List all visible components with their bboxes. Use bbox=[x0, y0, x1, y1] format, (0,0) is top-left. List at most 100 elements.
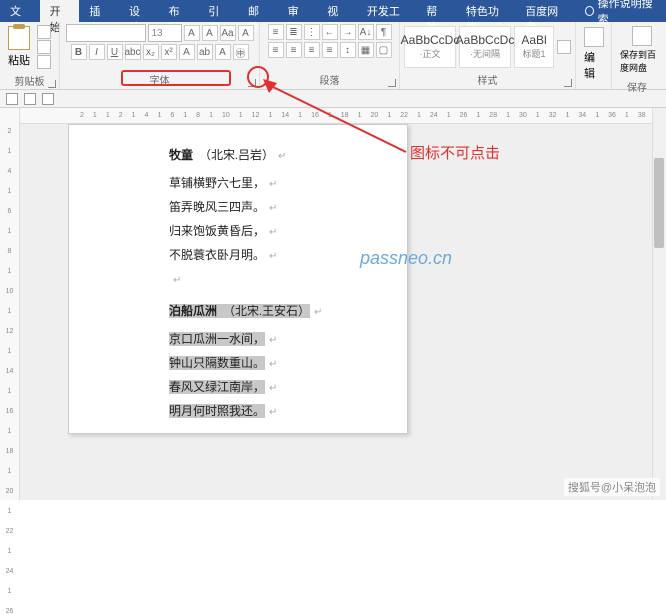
qat-redo-icon[interactable] bbox=[42, 93, 54, 105]
poem2-line4: 明月何时照我还。 bbox=[169, 404, 265, 418]
bullets-icon[interactable]: ≡ bbox=[268, 24, 284, 40]
annotation-callout: 图标不可点击 bbox=[410, 142, 500, 163]
poem2-title: 泊船瓜洲 bbox=[169, 304, 217, 318]
group-styles: AaBbCcDc·正文 AaBbCcDc·无间隔 AaBl标题1 样式 bbox=[400, 22, 576, 89]
underline-icon[interactable]: U bbox=[107, 44, 123, 60]
tab-special[interactable]: 特色功能 bbox=[456, 0, 515, 22]
grow-font-icon[interactable]: A bbox=[184, 25, 200, 41]
tab-baidu[interactable]: 百度网盘 bbox=[515, 0, 574, 22]
tab-view[interactable]: 视图 bbox=[317, 0, 357, 22]
group-label-clipboard: 剪贴板 bbox=[0, 72, 59, 90]
editing-button[interactable]: 编辑 bbox=[580, 25, 608, 83]
bold-icon[interactable]: B bbox=[71, 44, 87, 60]
superscript-icon[interactable]: x² bbox=[161, 44, 177, 60]
styles-launcher-icon[interactable] bbox=[564, 79, 572, 87]
poem1-line2: 笛弄晚风三四声。 bbox=[169, 200, 265, 214]
scrollbar-thumb[interactable] bbox=[654, 158, 664, 248]
ribbon-tabbar: 文件 开始 插入 设计 布局 引用 邮件 审阅 视图 开发工具 帮助 特色功能 … bbox=[0, 0, 666, 22]
tab-review[interactable]: 审阅 bbox=[278, 0, 318, 22]
enclose-icon[interactable]: ㊥ bbox=[233, 44, 249, 60]
shrink-font-icon[interactable]: A bbox=[202, 25, 218, 41]
copy-icon[interactable] bbox=[37, 40, 51, 54]
style-nospacing[interactable]: AaBbCcDc·无间隔 bbox=[459, 26, 511, 68]
group-clipboard: 粘贴 剪贴板 bbox=[0, 22, 60, 89]
tab-design[interactable]: 设计 bbox=[119, 0, 159, 22]
group-label-save: 保存 bbox=[612, 78, 662, 96]
clipboard-launcher-icon[interactable] bbox=[48, 80, 56, 88]
poem2-line3: 春风又绿江南岸， bbox=[169, 380, 265, 394]
paste-icon bbox=[8, 26, 30, 50]
vertical-scrollbar[interactable] bbox=[652, 108, 666, 500]
watermark-corner: 搜狐号@小呆泡泡 bbox=[564, 478, 660, 496]
change-case-icon[interactable]: Aa bbox=[220, 25, 236, 41]
poem1-line4: 不脱蓑衣卧月明。 bbox=[169, 248, 265, 262]
tab-references[interactable]: 引用 bbox=[198, 0, 238, 22]
poem1-title: 牧童 bbox=[169, 148, 193, 162]
highlight-icon[interactable]: ab bbox=[197, 44, 213, 60]
save-baidu-label: 保存到百度网盘 bbox=[620, 48, 664, 74]
return-mark-icon: ↵ bbox=[173, 275, 181, 286]
tab-layout[interactable]: 布局 bbox=[159, 0, 199, 22]
tab-mailings[interactable]: 邮件 bbox=[238, 0, 278, 22]
vertical-ruler: 2141618110112114116118120122124126 bbox=[0, 108, 20, 500]
page[interactable]: 牧童 （北宋.吕岩）↵ 草铺横野六七里，↵ 笛弄晚风三四声。↵ 归来饱饭黄昏后，… bbox=[68, 124, 408, 434]
qat-undo-icon[interactable] bbox=[24, 93, 36, 105]
decrease-indent-icon[interactable]: ← bbox=[322, 24, 338, 40]
show-marks-icon[interactable]: ¶ bbox=[376, 24, 392, 40]
clear-format-icon[interactable]: A bbox=[238, 25, 254, 41]
font-name-combo[interactable] bbox=[66, 24, 146, 42]
align-right-icon[interactable]: ≡ bbox=[304, 42, 320, 58]
tab-insert[interactable]: 插入 bbox=[79, 0, 119, 22]
poem1-line1: 草铺横野六七里， bbox=[169, 176, 265, 190]
poem2-line2: 钟山只隔数重山。 bbox=[169, 356, 265, 370]
group-save-baidu: 保存到百度网盘 保存 bbox=[612, 22, 662, 89]
borders-icon[interactable]: ▢ bbox=[376, 42, 392, 58]
group-label-editing bbox=[576, 86, 611, 89]
poem-2-selected: 泊船瓜洲 （北宋.王安石）↵ 京口瓜洲一水间，↵ 钟山只隔数重山。↵ 春风又绿江… bbox=[169, 299, 377, 423]
font-color-icon[interactable]: A bbox=[215, 44, 231, 60]
find-icon bbox=[584, 27, 604, 47]
font-size-combo[interactable]: 13 bbox=[148, 24, 182, 42]
watermark-center: passneo.cn bbox=[360, 248, 452, 269]
return-mark-icon: ↵ bbox=[269, 179, 277, 190]
qat-save-icon[interactable] bbox=[6, 93, 18, 105]
multilevel-icon[interactable]: ⋮ bbox=[304, 24, 320, 40]
save-baidu-button[interactable]: 保存到百度网盘 bbox=[616, 24, 666, 76]
paste-button[interactable]: 粘贴 bbox=[4, 24, 34, 70]
tab-home[interactable]: 开始 bbox=[40, 0, 80, 22]
sort-icon[interactable]: A↓ bbox=[358, 24, 374, 40]
format-painter-icon[interactable] bbox=[37, 55, 51, 69]
cut-icon[interactable] bbox=[37, 25, 51, 39]
italic-icon[interactable]: I bbox=[89, 44, 105, 60]
document-area: 2112141618110112114116118120122124126128… bbox=[20, 108, 666, 500]
cloud-save-icon bbox=[632, 26, 652, 46]
style-normal[interactable]: AaBbCcDc·正文 bbox=[404, 26, 456, 68]
tab-help[interactable]: 帮助 bbox=[416, 0, 456, 22]
lightbulb-icon bbox=[585, 6, 594, 16]
tell-me-search[interactable]: 操作说明搜索 bbox=[575, 0, 666, 22]
text-effects-icon[interactable]: A bbox=[179, 44, 195, 60]
shading-icon[interactable]: ▦ bbox=[358, 42, 374, 58]
align-left-icon[interactable]: ≡ bbox=[268, 42, 284, 58]
align-center-icon[interactable]: ≡ bbox=[286, 42, 302, 58]
strike-icon[interactable]: abc bbox=[125, 44, 141, 60]
styles-more-icon[interactable] bbox=[557, 40, 571, 54]
line-spacing-icon[interactable]: ↕ bbox=[340, 42, 356, 58]
group-label-styles: 样式 bbox=[400, 71, 575, 89]
numbering-icon[interactable]: ≣ bbox=[286, 24, 302, 40]
justify-icon[interactable]: ≡ bbox=[322, 42, 338, 58]
style-heading1[interactable]: AaBl标题1 bbox=[514, 26, 554, 68]
tab-file[interactable]: 文件 bbox=[0, 0, 40, 22]
group-editing: 编辑 bbox=[576, 22, 612, 89]
tab-developer[interactable]: 开发工具 bbox=[357, 0, 416, 22]
annotation-arrow-icon bbox=[261, 77, 411, 157]
poem1-line3: 归来饱饭黄昏后， bbox=[169, 224, 265, 238]
poem2-author: （北宋.王安石） bbox=[223, 304, 310, 318]
editing-label: 编辑 bbox=[584, 49, 604, 81]
increase-indent-icon[interactable]: → bbox=[340, 24, 356, 40]
poem2-line1: 京口瓜洲一水间， bbox=[169, 332, 265, 346]
return-mark-icon: ↵ bbox=[269, 203, 277, 214]
subscript-icon[interactable]: x₂ bbox=[143, 44, 159, 60]
annotation-box-font bbox=[121, 70, 231, 86]
workspace: 2141618110112114116118120122124126 21121… bbox=[0, 108, 666, 500]
